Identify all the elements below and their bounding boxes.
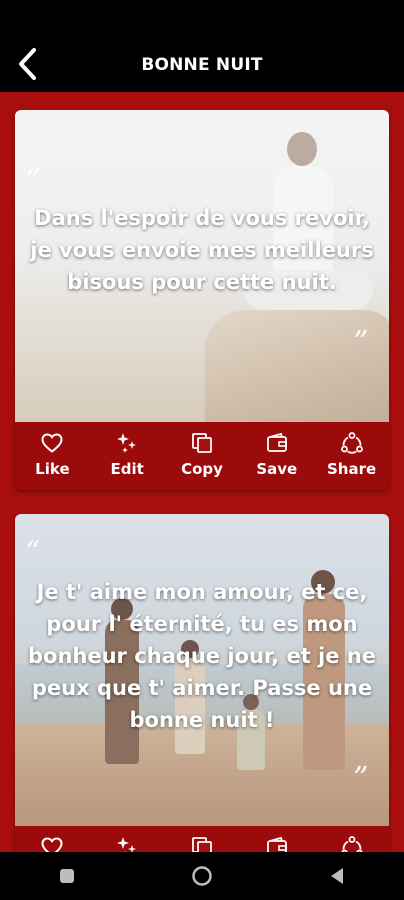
card-actions: Like Edit Copy Save Share: [15, 826, 389, 852]
quote-list[interactable]: “ Dans l'espoir de vous revoir, je vous …: [0, 92, 404, 852]
system-nav-bar: [0, 852, 404, 900]
quote-background-image: “ Je t' aime mon amour, et ce, pour l' é…: [15, 514, 389, 826]
like-button[interactable]: Like: [15, 422, 90, 490]
copy-icon: [192, 433, 212, 453]
share-label: Share: [326, 460, 377, 478]
home-button[interactable]: [172, 852, 232, 900]
save-button[interactable]: Save: [239, 422, 314, 490]
open-quote-icon: “: [25, 535, 41, 570]
like-label: Like: [35, 460, 70, 478]
copy-icon: [192, 837, 212, 852]
save-button[interactable]: Save: [239, 826, 314, 852]
edit-label: Edit: [110, 460, 144, 478]
copy-label: Copy: [181, 460, 223, 478]
share-icon: [340, 432, 363, 454]
share-icon: [340, 836, 363, 852]
home-icon: [192, 866, 212, 886]
close-quote-icon: ”: [353, 325, 369, 360]
recent-apps-button[interactable]: [37, 852, 97, 900]
edit-button[interactable]: Edit: [90, 826, 165, 852]
close-quote-icon: ”: [353, 761, 369, 796]
nav-back-button[interactable]: [307, 852, 367, 900]
save-label: Save: [256, 460, 298, 478]
back-icon: [330, 868, 343, 884]
edit-button[interactable]: Edit: [90, 422, 165, 490]
quote-card: “ Dans l'espoir de vous revoir, je vous …: [15, 110, 389, 490]
like-button[interactable]: Like: [15, 826, 90, 852]
sparkles-icon: [117, 837, 137, 852]
copy-button[interactable]: Copy: [165, 422, 240, 490]
heart-icon: [41, 433, 63, 453]
heart-icon: [41, 837, 63, 852]
open-quote-icon: “: [25, 163, 41, 198]
quote-text[interactable]: Je t' aime mon amour, et ce, pour l' éte…: [27, 576, 377, 736]
quote-card: “ Je t' aime mon amour, et ce, pour l' é…: [15, 514, 389, 852]
card-actions: Like Edit Copy Save Share: [15, 422, 389, 490]
wallet-icon: [266, 432, 287, 452]
wallet-icon: [266, 836, 287, 852]
app-header: BONNE NUIT: [0, 0, 404, 92]
share-button[interactable]: Share: [314, 826, 389, 852]
quote-background-image: “ Dans l'espoir de vous revoir, je vous …: [15, 110, 389, 422]
recent-apps-icon: [60, 869, 75, 883]
sparkles-icon: [117, 433, 137, 453]
copy-button[interactable]: Copy: [165, 826, 240, 852]
page-title: BONNE NUIT: [141, 55, 263, 75]
quote-text[interactable]: Dans l'espoir de vous revoir, je vous en…: [27, 202, 377, 298]
share-button[interactable]: Share: [314, 422, 389, 490]
